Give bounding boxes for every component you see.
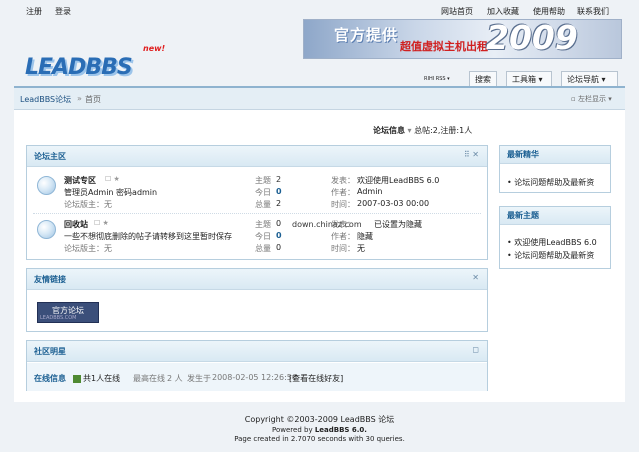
today-label: 今日 <box>255 188 271 197</box>
new-topic-item[interactable]: • 欢迎使用LeadBBS 6.0 <box>507 237 597 248</box>
author-label: 作者： <box>331 188 355 197</box>
online-info-row: 在线信息 共1人在线 最高在线 2 人 发生于 2008-02-05 12:26… <box>27 363 487 391</box>
online-icon <box>73 374 81 383</box>
last-post-time: 2007-03-03 00:00 <box>357 199 430 208</box>
hot-topics-header: 最新精华 <box>500 146 610 164</box>
new-topics-header: 最新主题 <box>500 207 610 225</box>
forum-stats: 论坛信息 ▾ 总帖:2,注册:1人 <box>373 125 472 136</box>
community-stars-title: 社区明星 <box>34 347 66 356</box>
new-topic-item[interactable]: • 论坛问题帮助及最新资 <box>507 250 594 261</box>
online-count: 共1人在线 <box>73 373 120 384</box>
breadcrumb-home[interactable]: 首页 <box>85 94 101 105</box>
total-count: 0 <box>276 243 282 252</box>
last-post-time: 无 <box>357 244 365 253</box>
main-forum-header: 论坛主区 ⠿ ✕ <box>27 146 487 167</box>
logo-text: LEADBBS <box>25 55 133 80</box>
stats-text: 总帖:2,注册:1人 <box>414 126 473 135</box>
site-home-link[interactable]: 网站首页 <box>441 6 473 17</box>
site-logo[interactable]: LEADBBS new! <box>25 44 165 82</box>
today-label: 今日 <box>255 232 271 241</box>
peak-label: 最高在线 <box>133 374 165 383</box>
hot-topics-title: 最新精华 <box>507 150 539 159</box>
author-label: 作者： <box>331 232 355 241</box>
forum-moderator: 论坛版主：无 <box>64 244 112 253</box>
forum-moderator: 论坛版主：无 <box>64 200 112 209</box>
forum-description: 管理员Admin 密码admin <box>64 188 158 197</box>
total-label: 总量 <box>255 200 271 209</box>
forum-action-icons[interactable]: ☐ ★ <box>105 175 120 183</box>
time-label: 时间： <box>331 200 355 209</box>
forum-action-icons[interactable]: ☐ ★ <box>94 219 109 227</box>
online-label: 在线信息 <box>34 374 66 383</box>
hot-topics-panel: 最新精华 • 论坛问题帮助及最新资 <box>499 145 611 193</box>
login-link[interactable]: 登录 <box>55 6 71 17</box>
expand-icon[interactable]: ◻ <box>472 345 479 354</box>
leadbbs-link-badge[interactable]: 官方论坛 LEADBBS.COM <box>37 302 99 323</box>
today-count: 0 <box>276 231 282 240</box>
friend-links-header: 友情链接 ✕ <box>27 269 487 290</box>
powered-by-link[interactable]: LeadBBS 6.0. <box>315 426 367 434</box>
online-count-text: 共1人在线 <box>83 374 121 383</box>
topics-label: 主题 <box>255 176 271 185</box>
close-icon[interactable]: ✕ <box>472 273 479 282</box>
community-stars-panel: 社区明星 ◻ 在线信息 共1人在线 最高在线 2 人 发生于 2008-02-0… <box>26 340 488 391</box>
toolbox-button[interactable]: 工具箱 ▾ <box>506 71 552 86</box>
forum-status-icon <box>37 220 56 239</box>
forum-name-test[interactable]: 测试专区 <box>64 175 96 186</box>
view-online-friends-button[interactable]: [查看在线好友] <box>289 373 343 384</box>
collapse-icon[interactable]: ⠿ ✕ <box>464 150 479 159</box>
main-forum-title: 论坛主区 <box>34 152 66 161</box>
peak-count: 2 人 <box>167 374 183 383</box>
last-post-link[interactable]: 欢迎使用LeadBBS 6.0 <box>357 175 439 186</box>
last-post-author[interactable]: Admin <box>357 187 383 196</box>
total-label: 总量 <box>255 244 271 253</box>
total-count: 2 <box>276 199 282 208</box>
logo-new-badge: new! <box>143 44 166 53</box>
help-link[interactable]: 使用帮助 <box>533 6 565 17</box>
new-topics-title: 最新主题 <box>507 211 539 220</box>
row-divider <box>33 213 481 214</box>
forum-nav-button[interactable]: 论坛导航 ▾ <box>561 71 618 86</box>
friend-links-title: 友情链接 <box>34 275 66 284</box>
search-button[interactable]: 搜索 <box>469 71 497 86</box>
friend-links-panel: 友情链接 ✕ 官方论坛 LEADBBS.COM <box>26 268 488 332</box>
footer-powered: Powered by LeadBBS 6.0. <box>272 426 367 434</box>
banner-year: 2009 <box>486 19 578 57</box>
footer-page-created: Page created in 2.7070 seconds with 30 q… <box>234 435 405 443</box>
breadcrumb-forum[interactable]: LeadBBS论坛 <box>20 94 71 105</box>
breadcrumb: LeadBBS论坛 » 首页 ▫ 左栏显示 ▾ <box>14 86 625 110</box>
contact-link[interactable]: 联系我们 <box>577 6 609 17</box>
forum-name-recycle[interactable]: 回收站 <box>64 219 88 230</box>
last-post-link[interactable]: 已设置为隐藏 <box>374 219 422 230</box>
peak-time: 2008-02-05 12:26:56 <box>212 373 297 382</box>
time-label: 时间： <box>331 244 355 253</box>
post-label: 发表： <box>331 176 355 185</box>
banner-subline: 超值虚拟主机出租 <box>400 40 488 53</box>
topics-count: 2 <box>276 175 282 184</box>
banner-headline: 官方提供 <box>334 26 399 44</box>
new-topics-panel: 最新主题 • 欢迎使用LeadBBS 6.0 • 论坛问题帮助及最新资 <box>499 206 611 269</box>
left-column-toggle[interactable]: ▫ 左栏显示 ▾ <box>571 94 612 104</box>
topics-label: 主题 <box>255 220 271 229</box>
add-favorite-link[interactable]: 加入收藏 <box>487 6 519 17</box>
rss-button[interactable]: RIHI RSS ▾ <box>419 71 455 86</box>
breadcrumb-separator: » <box>77 94 82 103</box>
footer-copyright: Copyright ©2003-2009 LeadBBS 论坛 <box>244 415 395 424</box>
community-stars-header: 社区明星 ◻ <box>27 341 487 362</box>
register-link[interactable]: 注册 <box>26 6 42 17</box>
stats-dropdown-icon[interactable]: ▾ <box>408 126 412 135</box>
main-forum-panel: 论坛主区 ⠿ ✕ 测试专区 ☐ ★ 管理员Admin 密码admin 论坛版主：… <box>26 145 488 260</box>
peak-when-label: 发生于 <box>187 374 211 383</box>
topics-count: 0 <box>276 219 282 228</box>
last-post-author: 隐藏 <box>357 232 373 241</box>
footer: Copyright ©2003-2009 LeadBBS 论坛 Powered … <box>0 414 639 443</box>
forum-description: 一些不想彻底删除的帖子请转移到这里暂时保存 <box>64 232 232 241</box>
stats-label[interactable]: 论坛信息 <box>373 126 405 135</box>
today-count: 0 <box>276 187 282 196</box>
badge-subtext: LEADBBS.COM <box>40 315 77 321</box>
hot-topic-item[interactable]: • 论坛问题帮助及最新资 <box>507 177 594 188</box>
post-label: 发表： <box>331 220 355 229</box>
forum-status-icon <box>37 176 56 195</box>
ad-banner[interactable]: 官方提供 超值虚拟主机出租 2009 <box>303 19 622 59</box>
